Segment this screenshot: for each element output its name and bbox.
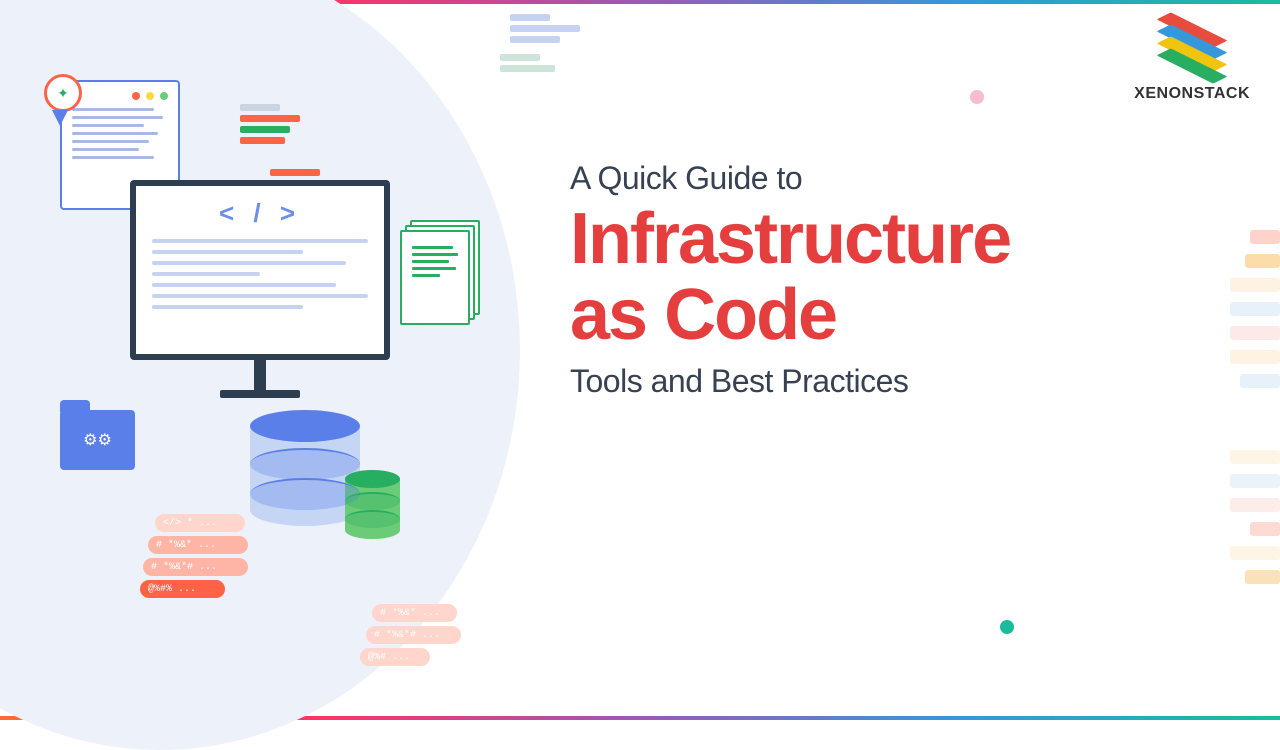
folder-gears-icon: ⚙⚙ — [60, 410, 135, 470]
code-chips-icon: </> * ... # *%&* ... # *%&*# ... @%#% ..… — [140, 510, 248, 602]
brand-name: XENONSTACK — [1134, 85, 1250, 103]
headline-block: A Quick Guide to Infrastructure as Code … — [570, 160, 1010, 400]
code-chips-faded-icon: # *%&* ... # *%&*# ... @%# ... — [360, 600, 461, 670]
code-snippet-icon — [240, 100, 300, 148]
tagline-text: Tools and Best Practices — [570, 363, 1010, 400]
decorative-code-lines — [510, 10, 580, 47]
subtitle-text: A Quick Guide to — [570, 160, 1010, 197]
monitor-icon: < / > — [130, 180, 390, 400]
title-text: Infrastructure as Code — [570, 202, 1010, 353]
documents-stack-icon — [400, 220, 480, 330]
decorative-dot — [1000, 620, 1014, 634]
decorative-dot — [970, 90, 984, 104]
ribbon-badge-icon: ✦ — [44, 74, 84, 114]
decorative-code-lines — [500, 50, 555, 76]
stack-layers-icon — [1152, 20, 1232, 80]
hero-illustration: ✦ < / > — [40, 80, 520, 640]
edge-color-strips — [1230, 220, 1280, 398]
database-icon — [250, 410, 360, 540]
brand-logo: XENONSTACK — [1134, 20, 1250, 103]
edge-color-strips — [1230, 440, 1280, 594]
code-tag-icon: < / > — [152, 198, 368, 229]
